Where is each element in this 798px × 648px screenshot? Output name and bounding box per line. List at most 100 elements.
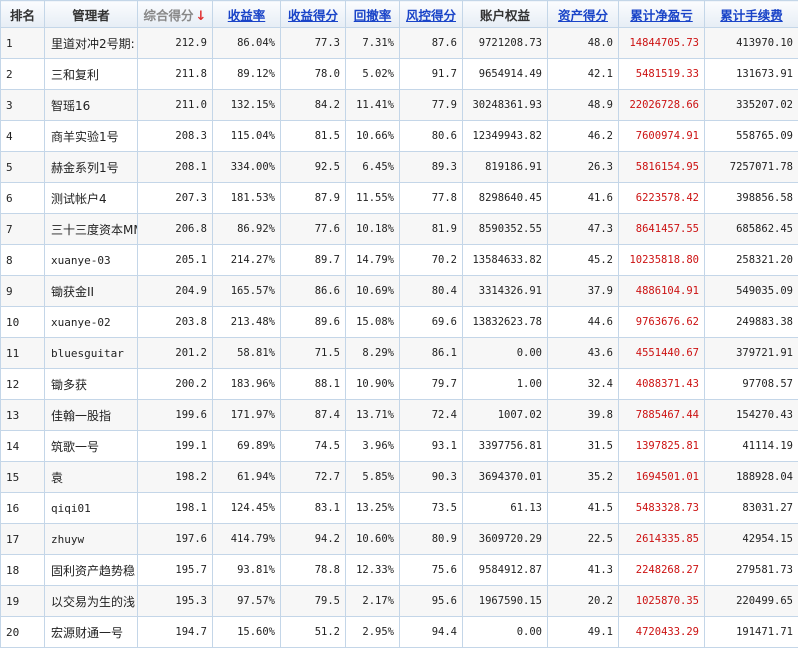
cell-asset-score: 41.3	[547, 554, 619, 586]
cell-asset-score: 41.6	[547, 182, 619, 214]
cell-fees: 188928.04	[704, 461, 798, 493]
cell-score: 212.9	[137, 27, 213, 59]
cell-equity: 12349943.82	[462, 120, 548, 152]
table-row: 13 佳翰一股指 199.6 171.97% 87.4 13.71% 72.4 1007.02…	[0, 399, 798, 431]
cell-manager: 锄获金II	[44, 275, 138, 307]
cell-manager: 三十三度资本MM	[44, 213, 138, 245]
cell-score: 198.2	[137, 461, 213, 493]
cell-rank: 8	[0, 244, 45, 276]
cell-risk-score: 79.7	[399, 368, 463, 400]
cell-rank: 3	[0, 89, 45, 121]
cell-rank: 18	[0, 554, 45, 586]
table-header-row: 排名 管理者 综合得分 ↓ 收益率 收益得分 回撤率 风控得分 账户权益 资产得分 累计净盈亏 累计手…	[0, 0, 798, 28]
cell-asset-score: 32.4	[547, 368, 619, 400]
cell-rank: 6	[0, 182, 45, 214]
cell-score: 208.3	[137, 120, 213, 152]
cell-score: 195.3	[137, 585, 213, 617]
cell-net-pnl: 1694501.01	[618, 461, 705, 493]
cell-fees: 83031.27	[704, 492, 798, 524]
cell-return-rate: 214.27%	[212, 244, 281, 276]
cell-asset-score: 47.3	[547, 213, 619, 245]
cell-return-score: 77.3	[280, 27, 346, 59]
cell-equity: 0.00	[462, 616, 548, 648]
cell-drawdown: 15.08%	[345, 306, 400, 338]
cell-return-score: 88.1	[280, 368, 346, 400]
cell-rank: 14	[0, 430, 45, 462]
column-header-drawdown[interactable]: 回撤率	[345, 0, 400, 28]
cell-equity: 3314326.91	[462, 275, 548, 307]
table-body: 1 里道对冲2号期: 212.9 86.04% 77.3 7.31% 87.6 9721208…	[0, 27, 798, 648]
cell-drawdown: 7.31%	[345, 27, 400, 59]
column-header-fees[interactable]: 累计手续费	[704, 0, 798, 28]
cell-return-score: 84.2	[280, 89, 346, 121]
cell-return-score: 77.6	[280, 213, 346, 245]
cell-fees: 154270.43	[704, 399, 798, 431]
cell-risk-score: 89.3	[399, 151, 463, 183]
cell-fees: 131673.91	[704, 58, 798, 90]
cell-fees: 413970.10	[704, 27, 798, 59]
column-header-label: 回撤率	[353, 7, 392, 23]
cell-equity: 8298640.45	[462, 182, 548, 214]
cell-equity: 0.00	[462, 337, 548, 369]
cell-net-pnl: 4088371.43	[618, 368, 705, 400]
column-header-risk-score[interactable]: 风控得分	[399, 0, 463, 28]
table-row: 1 里道对冲2号期: 212.9 86.04% 77.3 7.31% 87.6 9721208…	[0, 27, 798, 59]
cell-risk-score: 73.5	[399, 492, 463, 524]
cell-rank: 4	[0, 120, 45, 152]
arrow-down-icon: ↓	[195, 8, 207, 24]
cell-risk-score: 69.6	[399, 306, 463, 338]
cell-asset-score: 31.5	[547, 430, 619, 462]
cell-return-score: 87.4	[280, 399, 346, 431]
cell-score: 211.8	[137, 58, 213, 90]
cell-rank: 5	[0, 151, 45, 183]
cell-asset-score: 46.2	[547, 120, 619, 152]
cell-drawdown: 14.79%	[345, 244, 400, 276]
cell-asset-score: 42.1	[547, 58, 619, 90]
cell-return-score: 92.5	[280, 151, 346, 183]
column-header-label: 累计手续费	[720, 7, 783, 23]
cell-return-score: 71.5	[280, 337, 346, 369]
cell-return-rate: 61.94%	[212, 461, 281, 493]
cell-risk-score: 80.4	[399, 275, 463, 307]
cell-equity: 9654914.49	[462, 58, 548, 90]
cell-drawdown: 10.90%	[345, 368, 400, 400]
cell-risk-score: 91.7	[399, 58, 463, 90]
cell-manager: 智瑶16	[44, 89, 138, 121]
cell-risk-score: 81.9	[399, 213, 463, 245]
table-row: 4 商羊实验1号 208.3 115.04% 81.5 10.66% 80.6 1234994…	[0, 120, 798, 152]
cell-net-pnl: 9763676.62	[618, 306, 705, 338]
column-header-label: 排名	[9, 7, 35, 23]
cell-asset-score: 44.6	[547, 306, 619, 338]
cell-manager: qiqi01	[44, 492, 138, 524]
cell-asset-score: 22.5	[547, 523, 619, 555]
cell-equity: 1007.02	[462, 399, 548, 431]
cell-drawdown: 3.96%	[345, 430, 400, 462]
cell-score: 211.0	[137, 89, 213, 121]
cell-equity: 30248361.93	[462, 89, 548, 121]
cell-return-score: 78.8	[280, 554, 346, 586]
column-header-asset-score[interactable]: 资产得分	[547, 0, 619, 28]
column-header-net-pnl[interactable]: 累计净盈亏	[618, 0, 705, 28]
column-header-score[interactable]: 综合得分 ↓	[137, 0, 213, 28]
cell-rank: 12	[0, 368, 45, 400]
cell-fees: 42954.15	[704, 523, 798, 555]
cell-equity: 819186.91	[462, 151, 548, 183]
column-header-return-rate[interactable]: 收益率	[212, 0, 281, 28]
table-row: 12 锄多获 200.2 183.96% 88.1 10.90% 79.7 1.00 32.4 4…	[0, 368, 798, 400]
cell-rank: 19	[0, 585, 45, 617]
cell-rank: 11	[0, 337, 45, 369]
cell-return-rate: 97.57%	[212, 585, 281, 617]
cell-net-pnl: 1397825.81	[618, 430, 705, 462]
cell-rank: 7	[0, 213, 45, 245]
cell-return-rate: 171.97%	[212, 399, 281, 431]
column-header-manager: 管理者	[44, 0, 138, 28]
column-header-equity: 账户权益	[462, 0, 548, 28]
cell-fees: 41114.19	[704, 430, 798, 462]
cell-equity: 1.00	[462, 368, 548, 400]
cell-manager: 测试帐户4	[44, 182, 138, 214]
table-row: 3 智瑶16 211.0 132.15% 84.2 11.41% 77.9 30248361.…	[0, 89, 798, 121]
column-header-return-score[interactable]: 收益得分	[280, 0, 346, 28]
column-header-rank: 排名	[0, 0, 45, 28]
cell-manager: xuanye-03	[44, 244, 138, 276]
cell-manager: zhuyw	[44, 523, 138, 555]
